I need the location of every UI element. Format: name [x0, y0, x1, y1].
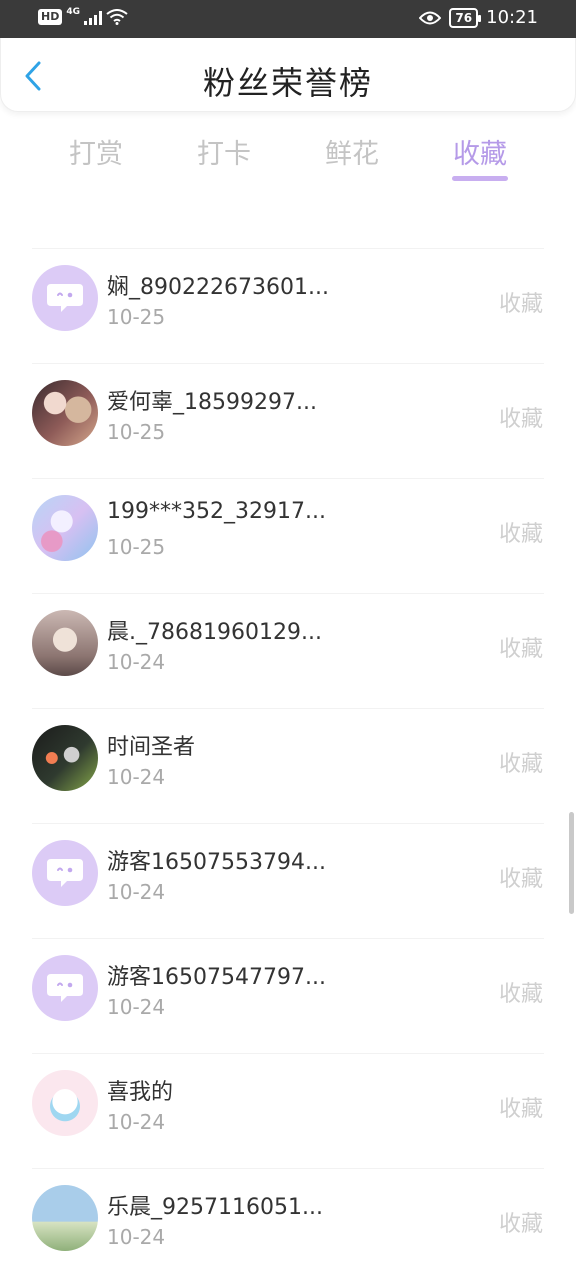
item-date: 10-24	[107, 765, 166, 789]
item-action-label: 收藏	[498, 1212, 543, 1237]
eye-icon	[419, 11, 442, 24]
divider	[32, 708, 544, 709]
item-action-label: 收藏	[498, 407, 543, 432]
wifi-icon	[106, 9, 128, 25]
network-type: 4G	[66, 7, 80, 17]
item-action-label: 收藏	[498, 867, 543, 892]
item-date: 10-24	[107, 995, 166, 1019]
avatar	[32, 265, 98, 331]
item-date: 10-24	[107, 1110, 166, 1134]
avatar	[32, 1070, 98, 1136]
list-item[interactable]: 199***352_32917... 10-25 收藏	[0, 478, 576, 593]
item-action-label: 收藏	[498, 637, 543, 662]
item-action-label: 收藏	[498, 982, 543, 1007]
divider	[32, 1168, 544, 1169]
avatar	[32, 495, 98, 561]
list-item[interactable]: 娴_890222673601... 10-25 收藏	[0, 248, 576, 363]
chat-bubble-icon	[47, 859, 83, 887]
item-date: 10-25	[107, 535, 166, 559]
list-item[interactable]: 乐晨_9257116051... 10-24 收藏	[0, 1168, 576, 1280]
item-date: 10-25	[107, 420, 166, 444]
status-left: HD 4G	[38, 7, 128, 25]
item-action-label: 收藏	[498, 1097, 543, 1122]
status-right: 76 10:21	[419, 7, 538, 28]
item-name: 爱何辜_18599297...	[107, 390, 317, 415]
fan-list[interactable]: 10-25 娴_890222673601... 10-25 收藏 爱何辜_185…	[0, 190, 576, 1280]
avatar	[32, 955, 98, 1021]
item-date: 10-24	[107, 650, 166, 674]
battery-icon: 76	[449, 7, 481, 28]
item-action-label: 收藏	[498, 752, 543, 777]
item-date: 10-24	[107, 880, 166, 904]
item-name: 游客16507553794...	[107, 850, 326, 875]
divider	[32, 823, 544, 824]
divider	[32, 363, 544, 364]
list-item[interactable]: 时间圣者 10-24 收藏	[0, 708, 576, 823]
chat-bubble-icon	[47, 284, 83, 312]
divider	[32, 248, 544, 249]
tab-reward[interactable]: 打赏	[46, 132, 146, 171]
page-header: 粉丝荣誉榜	[0, 38, 576, 112]
divider	[32, 1053, 544, 1054]
avatar	[32, 840, 98, 906]
item-name: 娴_890222673601...	[107, 275, 329, 300]
avatar	[32, 610, 98, 676]
divider	[32, 478, 544, 479]
tab-favorites[interactable]: 收藏	[430, 132, 530, 171]
item-name: 时间圣者	[107, 735, 196, 760]
item-name: 喜我的	[107, 1080, 174, 1105]
list-item[interactable]: 10-25	[0, 190, 576, 217]
scrollbar-thumb[interactable]	[569, 812, 574, 914]
hd-badge: HD	[38, 9, 63, 25]
tab-checkin[interactable]: 打卡	[174, 132, 274, 171]
item-name: 游客16507547797...	[107, 965, 326, 990]
chat-bubble-icon	[47, 974, 83, 1002]
list-item[interactable]: 游客16507553794... 10-24 收藏	[0, 823, 576, 938]
item-name: 晨._78681960129...	[107, 620, 322, 645]
tab-bar: 打赏 打卡 鲜花 收藏	[0, 118, 576, 186]
avatar	[32, 380, 98, 446]
avatar	[32, 725, 98, 791]
tab-flowers[interactable]: 鲜花	[302, 132, 402, 171]
list-item[interactable]: 爱何辜_18599297... 10-25 收藏	[0, 363, 576, 478]
divider	[32, 938, 544, 939]
list-item[interactable]: 游客16507547797... 10-24 收藏	[0, 938, 576, 1053]
divider	[32, 593, 544, 594]
item-name: 199***352_32917...	[107, 499, 326, 524]
active-tab-indicator	[452, 176, 508, 181]
clock: 10:21	[486, 7, 538, 28]
list-item[interactable]: 喜我的 10-24 收藏	[0, 1053, 576, 1168]
signal-icon	[84, 9, 102, 25]
item-action-label: 收藏	[498, 292, 543, 317]
item-date: 10-25	[107, 305, 166, 329]
avatar	[32, 1185, 98, 1251]
page-title: 粉丝荣誉榜	[202, 64, 373, 102]
status-bar: HD 4G 76 10:21	[0, 0, 576, 38]
item-date: 10-24	[107, 1225, 166, 1249]
item-action-label: 收藏	[498, 522, 543, 547]
list-item[interactable]: 晨._78681960129... 10-24 收藏	[0, 593, 576, 708]
item-name: 乐晨_9257116051...	[107, 1195, 323, 1220]
